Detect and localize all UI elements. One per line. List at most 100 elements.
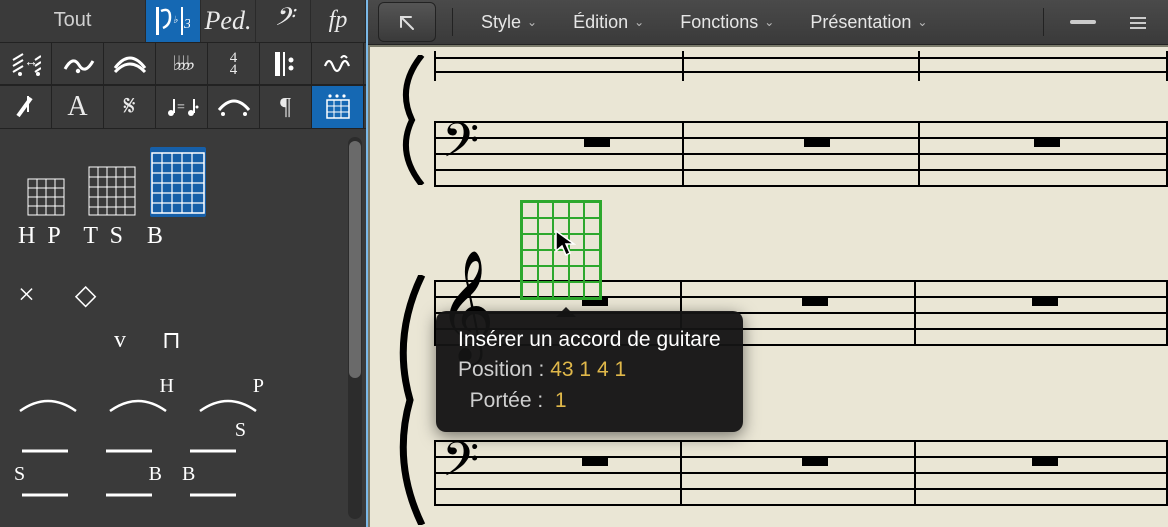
- tremolo-icon: ↔: [11, 50, 41, 78]
- tab-pedal[interactable]: Ped.: [201, 0, 256, 42]
- tool-text[interactable]: A: [52, 86, 104, 128]
- tab-clefs[interactable]: ♭ 3: [146, 0, 201, 42]
- slur-s2[interactable]: S: [18, 481, 72, 503]
- tool-segno[interactable]: 𝄋: [104, 86, 156, 128]
- swing-icon: =: [165, 95, 199, 119]
- symbol-downbow[interactable]: ⊓: [162, 326, 181, 355]
- tool-tremolo[interactable]: ↔: [0, 43, 52, 85]
- symbol-upbow[interactable]: v: [114, 327, 126, 354]
- chord-grid-drag-preview[interactable]: [520, 200, 602, 300]
- tool-slash[interactable]: [0, 86, 52, 128]
- chevron-down-icon: ⌄: [527, 15, 537, 29]
- tool-swing[interactable]: =: [156, 86, 208, 128]
- svg-text:=: =: [177, 100, 185, 115]
- tool-keysig[interactable]: ♭♭♭♭: [156, 43, 208, 85]
- tab-bass-clef[interactable]: 𝄢: [256, 0, 311, 42]
- slur-tuplet-icon: [217, 96, 251, 118]
- staff: 𝄢: [434, 121, 1168, 187]
- svg-text:3: 3: [183, 17, 190, 32]
- tooltip-title: Insérer un accord de guitare: [458, 325, 721, 355]
- chord-grid-small[interactable]: [18, 147, 74, 217]
- tool-dynamic-curve[interactable]: [104, 43, 156, 85]
- tooltip-staff-value: 1: [555, 386, 567, 416]
- bass-clef-icon: 𝄢: [442, 113, 479, 181]
- timesig-icon: 44: [230, 52, 238, 76]
- slur-h[interactable]: H: [108, 393, 168, 415]
- slur-p-letter: P: [253, 375, 264, 398]
- menu-edition[interactable]: Édition ⌄: [561, 8, 656, 37]
- pal-symbol-row-2: v ⊓: [18, 326, 348, 355]
- slur-plain-3[interactable]: [102, 437, 156, 459]
- clef-compound-icon: ♭ 3: [156, 7, 190, 35]
- slur-plain-1[interactable]: [18, 393, 78, 415]
- menu-style-label: Style: [481, 12, 521, 33]
- symbol-x[interactable]: ×: [18, 278, 35, 312]
- slur-s-letter: S: [14, 463, 25, 486]
- chord-grid-medium[interactable]: [84, 147, 140, 217]
- tool-turn[interactable]: [52, 43, 104, 85]
- svg-text:↔: ↔: [24, 55, 38, 70]
- chord-grid-icon: [88, 161, 136, 217]
- palette-holder: H P T S B × ◇ v ⊓ H: [0, 129, 366, 527]
- tool-chordgrid[interactable]: [312, 86, 364, 128]
- slur-b-letter: B: [182, 463, 195, 486]
- chord-grid-icon: [150, 147, 206, 217]
- text-a-icon: A: [67, 91, 87, 123]
- tooltip-position-value: 43 1 4 1: [550, 355, 626, 385]
- tool-timesig[interactable]: 44: [208, 43, 260, 85]
- segno-icon: 𝄋: [123, 91, 135, 123]
- chord-size-row: [18, 147, 348, 217]
- staff: [434, 51, 1168, 81]
- insert-tooltip: Insérer un accord de guitare Position : …: [436, 311, 743, 432]
- slur-b1[interactable]: B: [102, 481, 156, 503]
- symbol-diamond[interactable]: ◇: [75, 278, 97, 312]
- tooltip-position-label: Position :: [458, 355, 550, 385]
- toolbar-separator: [1043, 8, 1044, 36]
- tab-tout[interactable]: Tout: [0, 0, 146, 42]
- view-mode-2[interactable]: [1118, 10, 1158, 34]
- menu-style[interactable]: Style ⌄: [469, 8, 549, 37]
- nav-up-button[interactable]: [378, 2, 436, 42]
- symbol-palette: H P T S B × ◇ v ⊓ H: [0, 129, 366, 527]
- toolbox-row-1: ↔ ♭♭♭♭ 44: [0, 42, 366, 86]
- pilcrow-icon: ¶: [280, 94, 291, 121]
- chord-labels: H P T S B: [18, 223, 348, 250]
- menu-fonctions[interactable]: Fonctions ⌄: [668, 8, 786, 37]
- bass-clef-icon: 𝄢: [273, 4, 292, 38]
- score-panel: Style ⌄ Édition ⌄ Fonctions ⌄ Présentati…: [368, 0, 1168, 527]
- view-mode-1[interactable]: [1060, 10, 1106, 34]
- toolbox-row-2: A 𝄋 = ¶: [0, 85, 366, 129]
- dyn-curve-icon: [113, 54, 147, 74]
- slur-plain-2[interactable]: [18, 437, 72, 459]
- score-canvas[interactable]: 𝄢 𝄞 𝄢: [368, 45, 1168, 527]
- chord-grid-icon: [27, 173, 65, 217]
- chevron-down-icon: ⌄: [634, 15, 644, 29]
- view-lines-icon: [1070, 14, 1096, 30]
- slur-p[interactable]: P: [198, 393, 258, 415]
- view-text-icon: [1128, 14, 1148, 30]
- pal-symbol-row-1: × ◇: [18, 278, 348, 312]
- inspector-panel: Tout ♭ 3 Ped. 𝄢 fp: [0, 0, 368, 527]
- repeat-bar-icon: [273, 50, 299, 78]
- slur-section: H P: [18, 385, 348, 503]
- chord-grid-large[interactable]: [150, 147, 206, 217]
- pedal-icon: Ped.: [205, 6, 252, 36]
- brace-icon: [388, 275, 428, 525]
- tool-repeat[interactable]: [260, 43, 312, 85]
- arrow-up-left-icon: [398, 13, 416, 31]
- tab-dynamics[interactable]: fp: [311, 0, 366, 42]
- tool-slur-tuplet[interactable]: [208, 86, 260, 128]
- chevron-down-icon: ⌄: [764, 15, 774, 29]
- tool-paragraph[interactable]: ¶: [260, 86, 312, 128]
- palette-scrollbar[interactable]: [348, 137, 362, 519]
- menu-presentation-label: Présentation: [810, 12, 911, 33]
- slur-s1[interactable]: S: [186, 437, 240, 459]
- trill-icon: [323, 52, 353, 76]
- slur-b2[interactable]: B: [186, 481, 240, 503]
- palette-scroll-thumb[interactable]: [349, 141, 361, 378]
- tool-trill[interactable]: [312, 43, 364, 85]
- app-root: Tout ♭ 3 Ped. 𝄢 fp: [0, 0, 1168, 527]
- menu-presentation[interactable]: Présentation ⌄: [798, 8, 939, 37]
- brace-icon: [388, 55, 428, 185]
- staff: 𝄢: [434, 440, 1168, 506]
